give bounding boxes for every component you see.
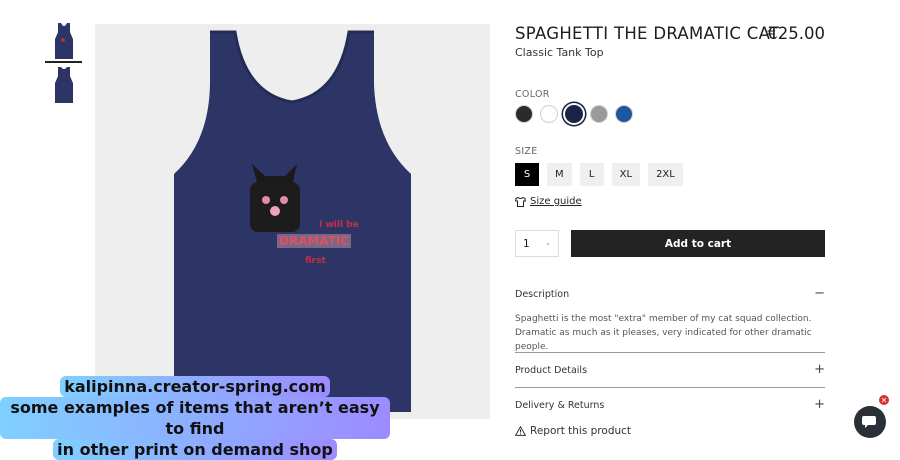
description-accordion-header[interactable]: Description − [515,286,825,301]
size-option[interactable]: M [547,163,572,186]
product-subtitle: Classic Tank Top [515,46,604,59]
close-icon[interactable]: ✕ [878,394,890,406]
size-guide-link[interactable]: Size guide [515,196,582,207]
color-swatch[interactable] [590,105,608,123]
add-to-cart-button[interactable]: Add to cart [571,230,825,257]
size-option[interactable]: 2XL [648,163,683,186]
promo-line-1: kalipinna.creator-spring.com [60,376,330,397]
color-label: COLOR [515,89,550,100]
tank-thumbnail-icon [54,66,73,103]
color-swatch[interactable] [615,105,633,123]
chevron-down-icon: ⌄ [545,239,551,247]
color-swatches [515,105,633,123]
artwork-line-1: I will be [319,220,359,230]
color-swatch[interactable] [515,105,533,123]
divider [515,352,825,353]
product-image: I will be DRAMATIC first [95,24,490,419]
tank-thumbnail-icon [54,22,73,59]
divider [515,387,825,388]
promo-overlay: kalipinna.creator-spring.com some exampl… [0,376,390,460]
description-title: Description [515,289,570,300]
chat-bubble-icon [862,416,876,428]
size-option[interactable]: S [515,163,539,186]
plus-icon: + [814,397,825,412]
quantity-select[interactable]: 1 ⌄ [515,230,559,257]
size-guide-text: Size guide [530,196,582,207]
report-text: Report this product [530,425,632,437]
tank-top-illustration [174,30,411,412]
thumbnail-front[interactable] [45,22,82,59]
plus-icon: + [814,362,825,377]
warning-icon [515,426,526,436]
thumbnail-back[interactable] [45,66,82,103]
delivery-returns-title: Delivery & Returns [515,400,605,411]
quantity-value: 1 [523,237,530,250]
size-option[interactable]: XL [611,163,641,186]
report-product-link[interactable]: Report this product [515,425,631,437]
product-details-title: Product Details [515,365,588,376]
artwork-line-3: first [305,256,326,266]
product-price: €25.00 [767,24,825,43]
size-options: S M L XL 2XL [515,163,683,186]
promo-line-2: some examples of items that aren’t easy … [0,397,390,439]
color-swatch[interactable] [540,105,558,123]
delivery-returns-accordion-header[interactable]: Delivery & Returns + [515,397,825,412]
size-option[interactable]: L [579,163,604,186]
tshirt-icon [515,196,526,207]
promo-line-3: in other print on demand shop [53,439,337,460]
product-details-accordion-header[interactable]: Product Details + [515,362,825,377]
size-label: SIZE [515,146,538,157]
description-text: Spaghetti is the most "extra" member of … [515,314,812,352]
artwork-line-2: DRAMATIC [277,234,352,248]
color-swatch[interactable] [565,105,583,123]
chat-button[interactable] [854,406,886,438]
product-title: SPAGHETTI THE DRAMATIC CAT [515,24,780,43]
thumbnail-active-indicator [45,61,82,63]
minus-icon: − [814,286,825,301]
